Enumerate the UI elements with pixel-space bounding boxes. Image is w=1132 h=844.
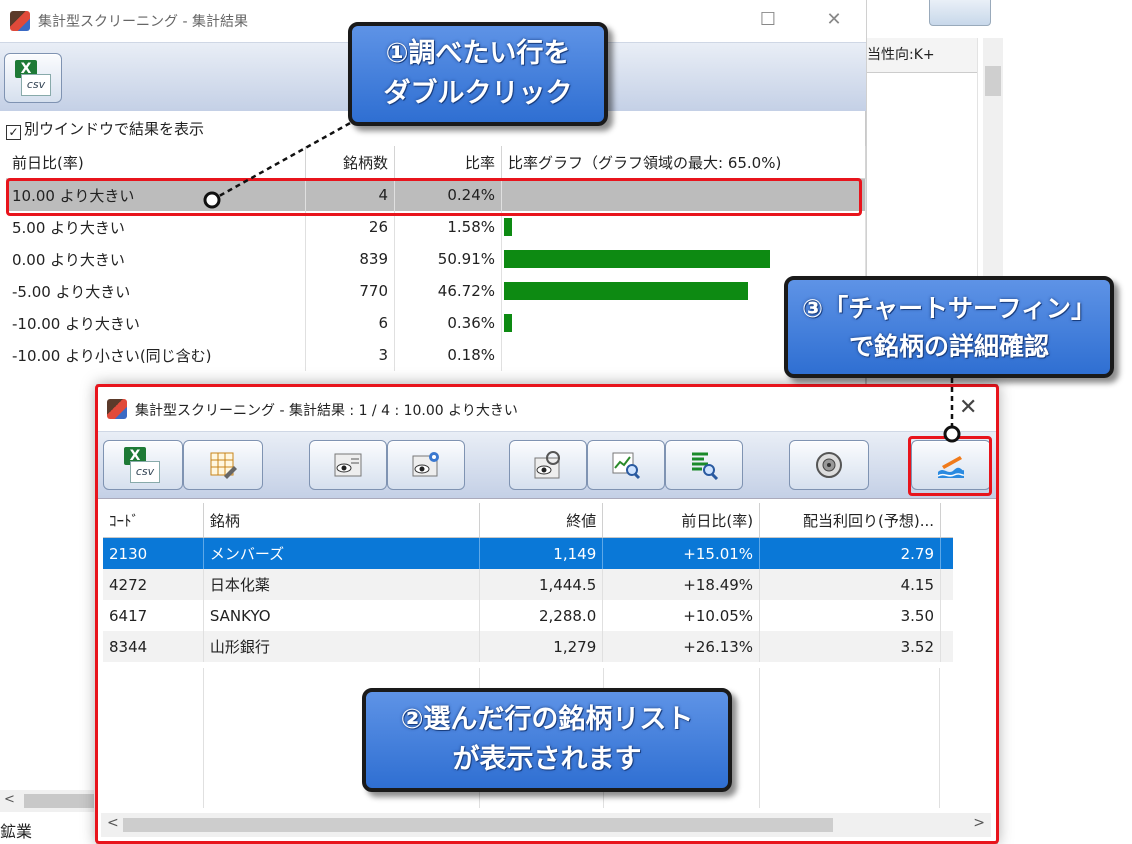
callout-step3-line2: で銘柄の詳細確認: [848, 332, 1049, 361]
callout-step2: ②選んだ行の銘柄リスト が表示されます: [362, 688, 732, 792]
callout-step1: ①調べたい行を ダブルクリック: [348, 22, 608, 126]
callout-step2-line1: ②選んだ行の銘柄リスト: [400, 704, 694, 735]
callout-step1-line1: ①調べたい行を: [385, 38, 571, 69]
callout-step1-line2: ダブルクリック: [383, 78, 573, 109]
callout-step3: ③「チャートサーフィン」 で銘柄の詳細確認: [784, 276, 1114, 378]
callout-step3-line1: ③「チャートサーフィン」: [802, 294, 1096, 323]
callout-step2-line2: が表示されます: [452, 744, 642, 775]
